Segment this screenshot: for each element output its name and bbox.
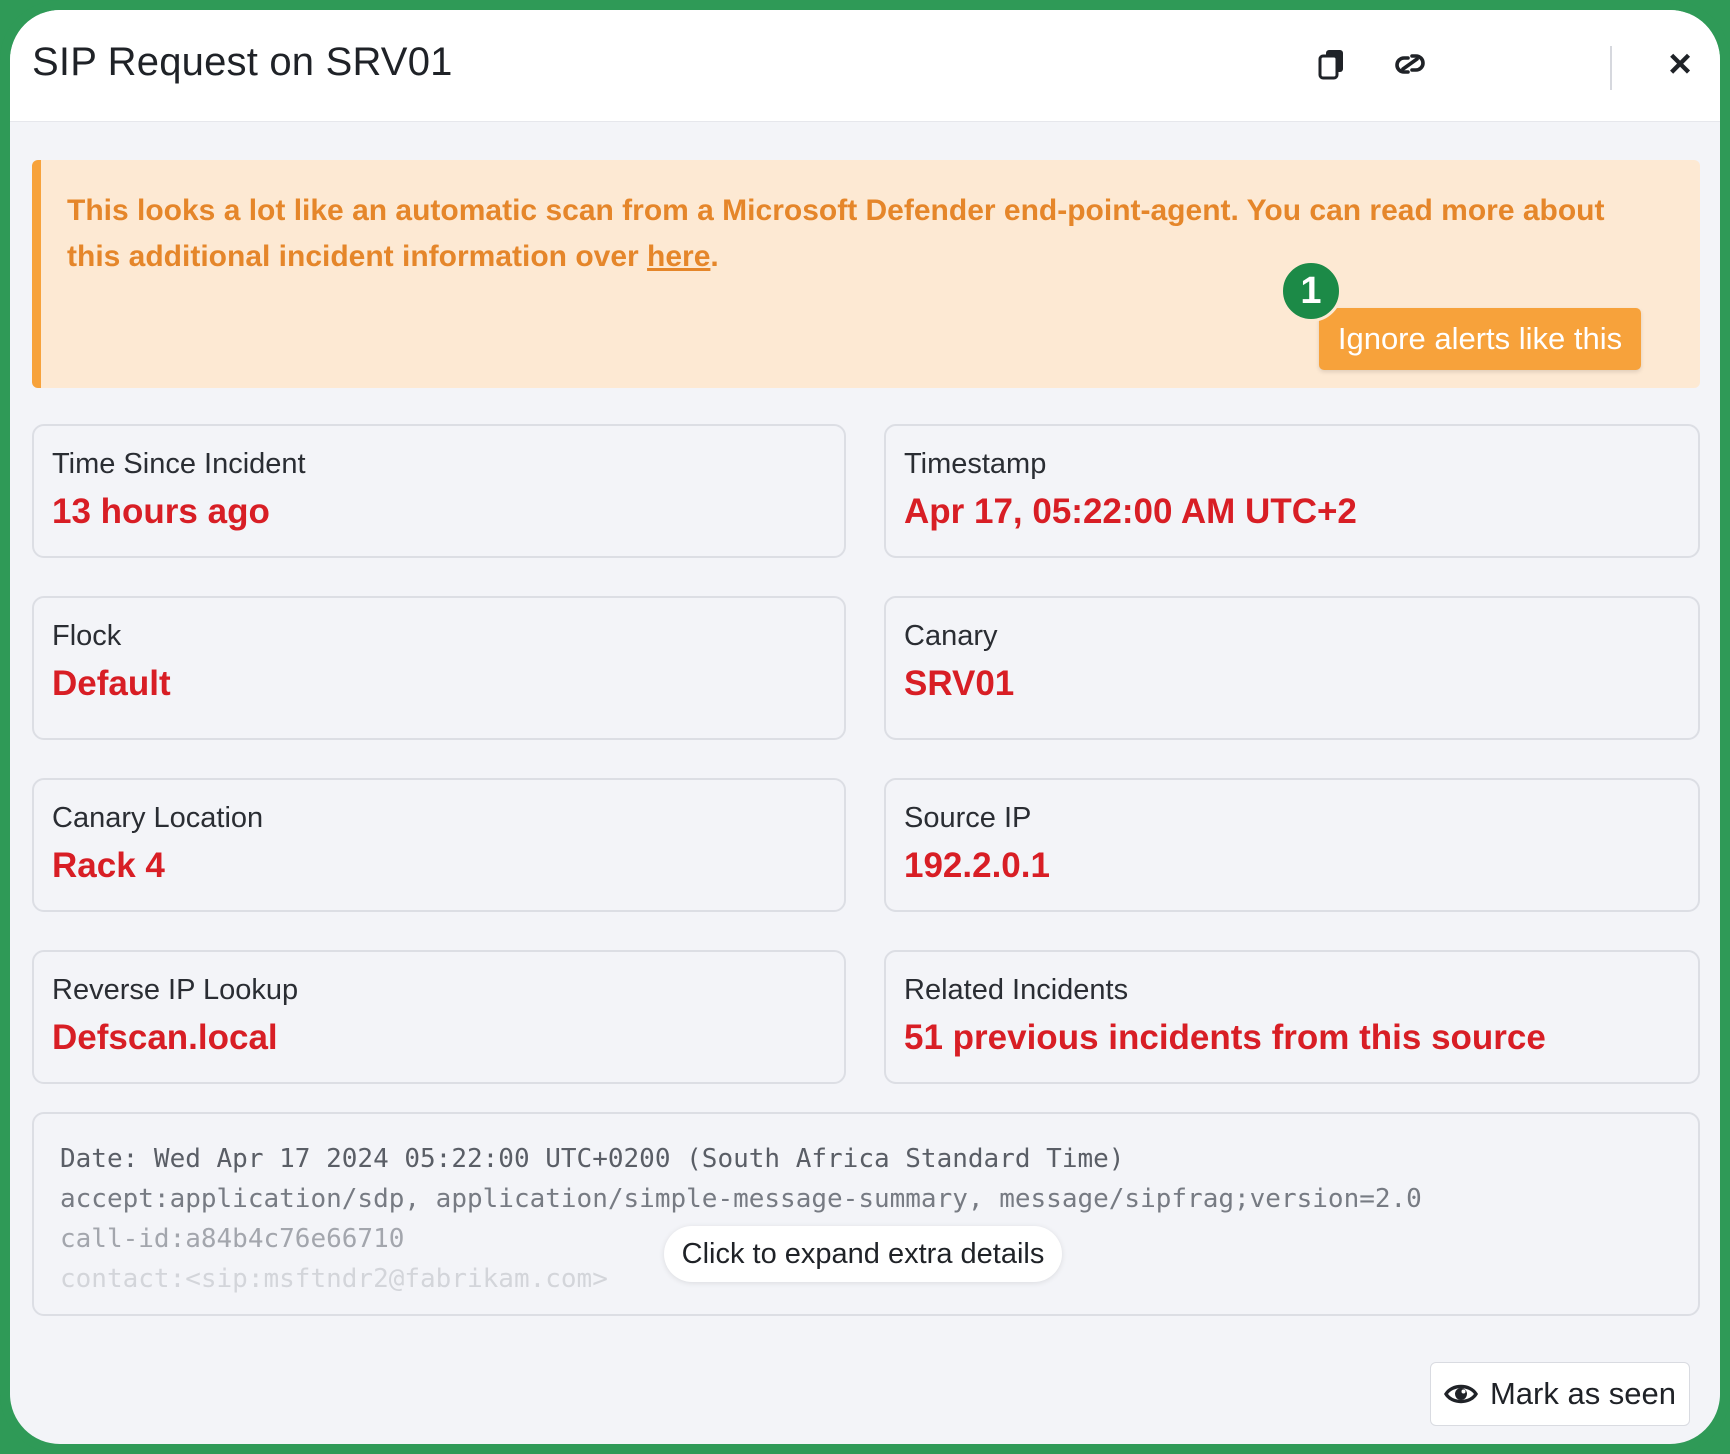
card-timestamp: Timestamp Apr 17, 05:22:00 AM UTC+2	[884, 424, 1700, 558]
alert-text: This looks a lot like an automatic scan …	[67, 194, 1605, 273]
dialog-header: SIP Request on SRV01 ×	[10, 10, 1720, 122]
step-badge: 1	[1280, 260, 1342, 322]
field-label: Flock	[52, 620, 122, 652]
copy-icon	[1318, 50, 1343, 80]
field-value: Rack 4	[52, 846, 165, 885]
app-frame: SIP Request on SRV01 × This looks a lot …	[0, 0, 1730, 1454]
field-value: Defscan.local	[52, 1018, 278, 1057]
field-value: Apr 17, 05:22:00 AM UTC+2	[904, 492, 1357, 531]
detail-line: contact:<sip:msftndr2@fabrikam.com>	[60, 1264, 608, 1294]
ignore-alerts-button[interactable]: Ignore alerts like this	[1319, 308, 1641, 370]
link-icon	[1395, 54, 1425, 74]
card-flock: Flock Default	[32, 596, 846, 740]
related-incidents-link[interactable]: 51 previous incidents from this source	[904, 1018, 1546, 1058]
eye-icon	[1443, 1384, 1478, 1404]
close-icon: ×	[1668, 41, 1692, 86]
alert-more-link[interactable]: here	[647, 240, 710, 273]
field-value: 192.2.0.1	[904, 846, 1050, 885]
incident-dialog: SIP Request on SRV01 × This looks a lot …	[10, 10, 1720, 1444]
dialog-title: SIP Request on SRV01	[32, 40, 453, 84]
field-label: Source IP	[904, 802, 1032, 834]
field-label: Canary	[904, 620, 998, 652]
card-source-ip: Source IP 192.2.0.1	[884, 778, 1700, 912]
detail-line: accept:application/sdp, application/simp…	[60, 1184, 1422, 1214]
detail-line: Date: Wed Apr 17 2024 05:22:00 UTC+0200 …	[60, 1144, 1125, 1174]
card-related-incidents[interactable]: Related Incidents 51 previous incidents …	[884, 950, 1700, 1084]
expand-details-button[interactable]: Click to expand extra details	[664, 1226, 1062, 1282]
field-value: SRV01	[904, 664, 1015, 703]
copy-button[interactable]	[1304, 36, 1360, 92]
field-label: Timestamp	[904, 448, 1047, 480]
detail-line: call-id:a84b4c76e66710	[60, 1224, 405, 1254]
field-value: Default	[52, 664, 171, 703]
field-label: Reverse IP Lookup	[52, 974, 299, 1006]
field-value: 13 hours ago	[52, 492, 270, 531]
alert-text-end: .	[710, 240, 719, 273]
mark-as-seen-button[interactable]: Mark as seen	[1430, 1362, 1690, 1426]
field-label: Related Incidents	[904, 974, 1129, 1006]
field-label: Time Since Incident	[52, 448, 306, 480]
raw-details-panel[interactable]: Date: Wed Apr 17 2024 05:22:00 UTC+0200 …	[32, 1112, 1700, 1316]
mark-as-seen-label: Mark as seen	[1489, 1376, 1677, 1411]
close-button[interactable]: ×	[1652, 36, 1708, 92]
link-button[interactable]	[1382, 36, 1438, 92]
alert-message: This looks a lot like an automatic scan …	[67, 188, 1637, 280]
card-time-since-incident: Time Since Incident 13 hours ago	[32, 424, 846, 558]
header-divider	[1610, 46, 1612, 90]
card-reverse-ip-lookup: Reverse IP Lookup Defscan.local	[32, 950, 846, 1084]
scan-alert-banner: This looks a lot like an automatic scan …	[32, 160, 1700, 388]
card-canary-location: Canary Location Rack 4	[32, 778, 846, 912]
field-label: Canary Location	[52, 802, 264, 834]
card-canary: Canary SRV01	[884, 596, 1700, 740]
